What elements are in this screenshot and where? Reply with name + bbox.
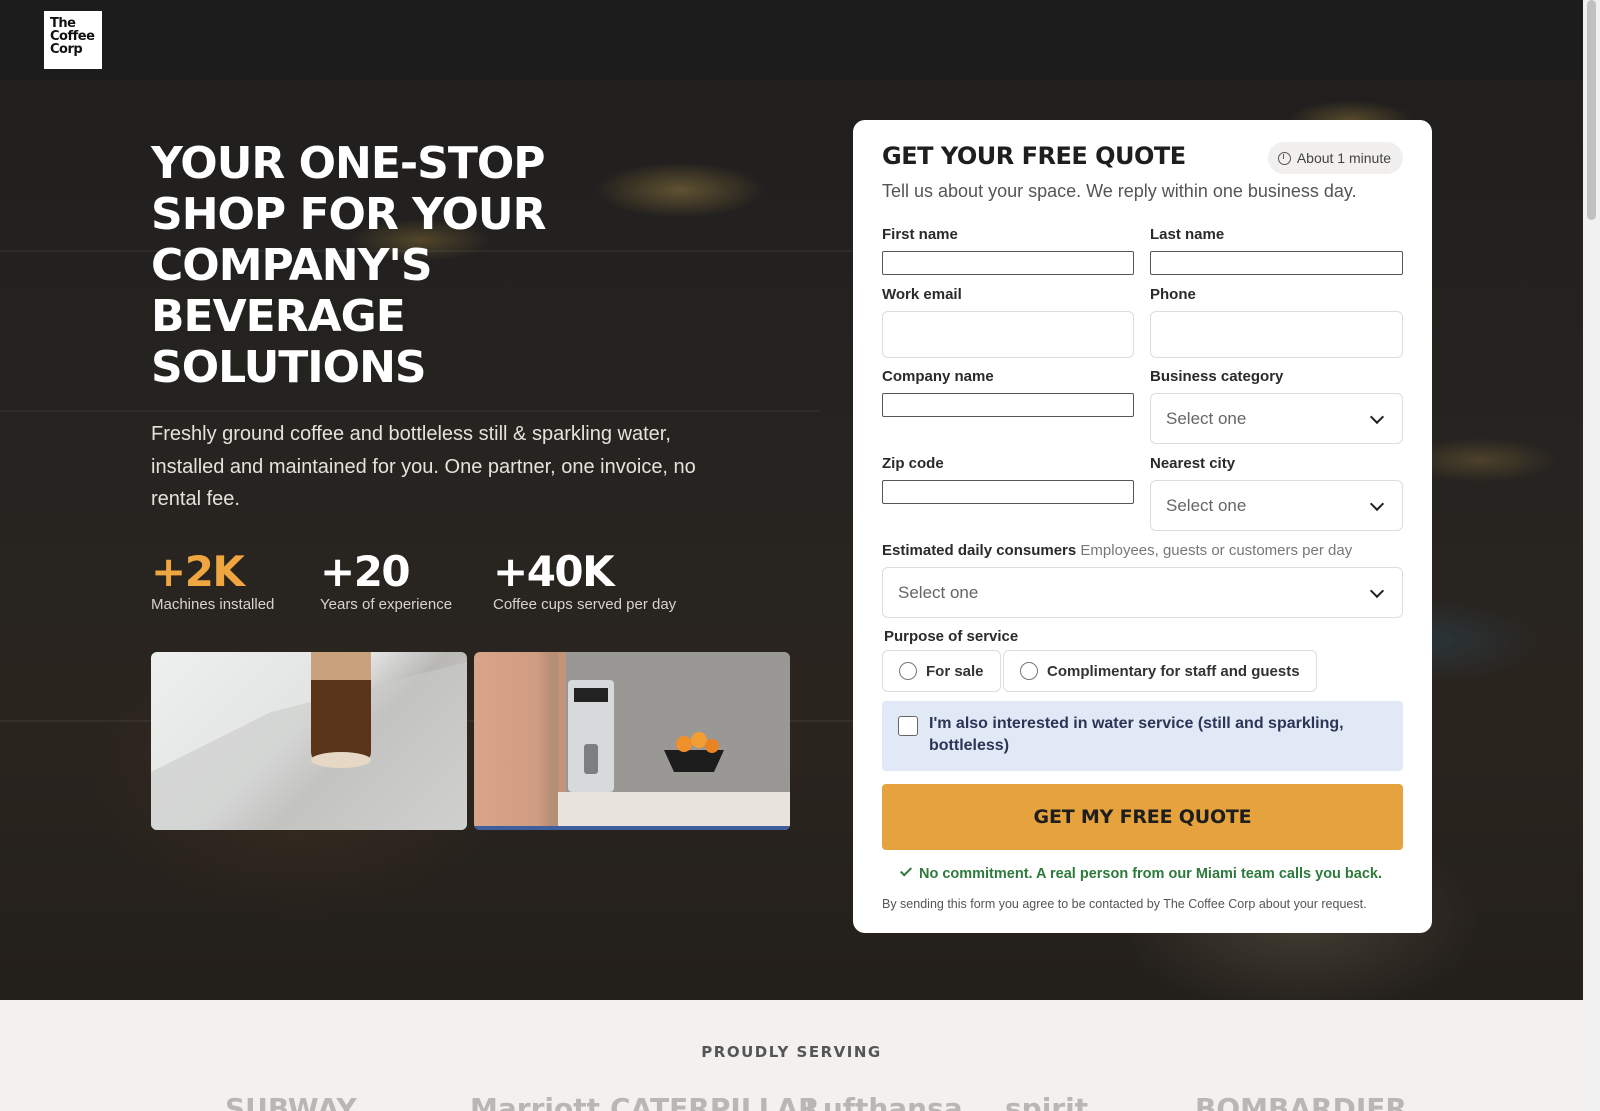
form-subtitle: Tell us about your space. We reply withi… [882,181,1357,201]
headline-line: COMPANY'S [151,240,433,291]
clients-section: PROUDLY SERVING SUBWAY Marriott CATERPIL… [0,1000,1583,1111]
stat-value: +40K [493,547,615,596]
last-name-label: Last name [1150,226,1225,243]
client-logo-subway: SUBWAY [225,1092,357,1111]
consumers-hint: Employees, guests or customers per day [1080,542,1353,559]
water-service-checkbox[interactable] [898,716,918,736]
stat-label: Coffee cups served per day [493,596,677,613]
clock-icon [1277,151,1291,165]
zip-input[interactable] [882,480,1134,504]
client-logo-spirit: spirit [1005,1092,1089,1111]
email-input[interactable] [882,311,1134,358]
time-badge-label: About 1 minute [1296,150,1391,166]
radio-icon[interactable] [899,662,917,680]
legal-note: By sending this form you agree to be con… [882,897,1367,911]
phone-input[interactable] [1150,311,1403,358]
company-input[interactable] [882,393,1134,417]
category-select[interactable]: Select one [1150,393,1403,444]
purpose-option-label: For sale [926,662,984,680]
category-label: Business category [1150,368,1284,385]
headline-line: SHOP FOR YOUR [151,189,546,240]
chevron-down-icon [1369,409,1385,425]
check-icon [899,864,912,877]
client-logo-lufthansa: Lufthansa [805,1092,963,1111]
last-name-input[interactable] [1150,251,1403,275]
consumers-select[interactable]: Select one [882,567,1403,618]
company-logo[interactable]: The Coffee Corp [44,11,102,69]
first-name-label: First name [882,226,958,243]
logo-line: Corp [50,42,83,57]
stat-machines: +2K Machines installed [151,547,275,614]
chevron-down-icon [1369,496,1385,512]
water-service-label: I'm also interested in water service (st… [929,715,1344,754]
coffee-glass-photo [151,652,467,830]
city-label: Nearest city [1150,455,1236,472]
form-title: GET YOUR FREE QUOTE [882,142,1186,170]
purpose-option-complimentary[interactable]: Complimentary for staff and guests [1003,650,1317,692]
category-value: Select one [1166,408,1247,428]
quote-form-card: GET YOUR FREE QUOTE About 1 minute Tell … [853,120,1432,933]
phone-label: Phone [1150,286,1196,303]
stat-value: +20 [320,547,411,596]
purpose-option-label: Complimentary for staff and guests [1047,662,1300,680]
consumers-label-text: Estimated daily consumers [882,542,1077,559]
water-service-option[interactable]: I'm also interested in water service (st… [882,701,1403,771]
city-value: Select one [1166,495,1247,515]
stat-cups: +40K Coffee cups served per day [493,547,677,614]
submit-quote-button[interactable]: GET MY FREE QUOTE [882,784,1403,850]
headline-line: SOLUTIONS [151,342,427,393]
purpose-label: Purpose of service [884,628,1019,645]
headline-line: BEVERAGE [151,291,406,342]
headline-line: YOUR ONE-STOP [151,138,546,189]
email-label: Work email [882,286,962,303]
zip-label: Zip code [882,455,944,472]
stat-label: Machines installed [151,596,275,613]
client-logo-caterpillar: CATERPILLAR [610,1092,820,1111]
hero-subtext: Freshly ground coffee and bottleless sti… [151,423,696,510]
client-logo-bombardier: BOMBARDIER [1195,1092,1407,1111]
clients-heading: PROUDLY SERVING [701,1043,882,1061]
radio-icon[interactable] [1020,662,1038,680]
hero-headline: YOUR ONE-STOP SHOP FOR YOUR COMPANY'S BE… [151,138,571,393]
time-badge: About 1 minute [1267,142,1403,174]
company-label: Company name [882,368,994,385]
commitment-note: No commitment. A real person from our Mi… [853,864,1432,882]
consumers-value: Select one [898,582,979,602]
purpose-option-sale[interactable]: For sale [882,650,1001,692]
consumers-label: Estimated daily consumers Employees, gue… [882,542,1352,559]
scrollbar-thumb[interactable] [1587,0,1596,220]
stat-label: Years of experience [320,596,453,613]
city-select[interactable]: Select one [1150,480,1403,531]
stat-value: +2K [151,547,245,596]
client-logo-marriott: Marriott [470,1092,600,1111]
commitment-text: No commitment. A real person from our Mi… [918,866,1383,882]
first-name-input[interactable] [882,251,1134,275]
scrollbar[interactable] [1583,0,1600,1111]
water-dispenser-photo [474,652,790,830]
stat-experience: +20 Years of experience [320,547,453,614]
chevron-down-icon [1369,583,1385,599]
top-bar: The Coffee Corp [0,0,1583,80]
